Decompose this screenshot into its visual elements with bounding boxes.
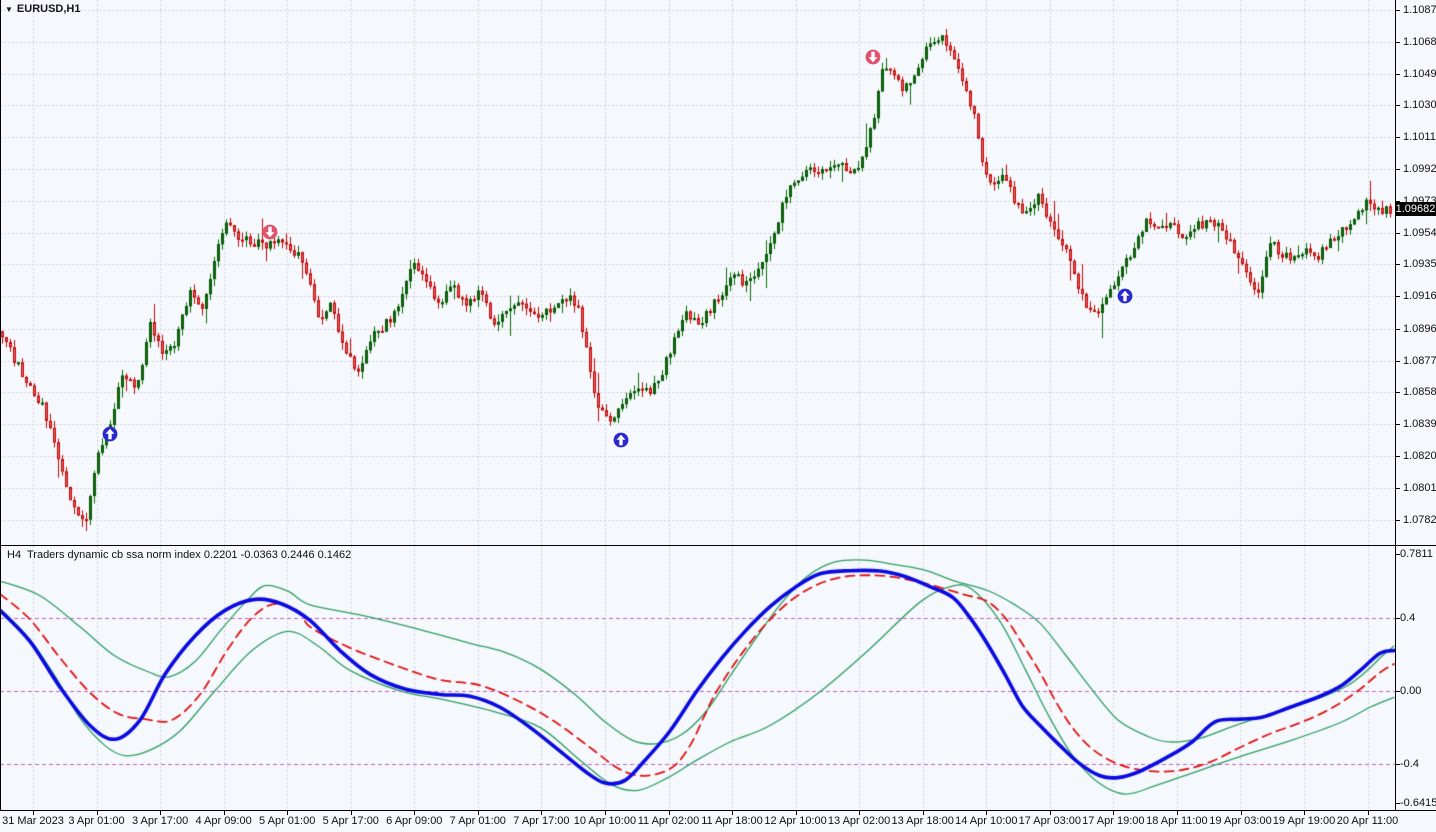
indicator-axis-label: -0.6415	[1400, 797, 1436, 809]
indicator-axis-label: 0.4	[1400, 611, 1416, 624]
price-axis-label: 1.10300	[1403, 99, 1436, 112]
price-axis-tick	[1396, 392, 1400, 394]
sell-signal-icon	[865, 49, 881, 65]
buy-signal-icon	[613, 432, 629, 448]
price-axis-tick	[1396, 424, 1400, 426]
price-axis-label: 1.09160	[1403, 290, 1436, 303]
indicator-label: H4 Traders dynamic cb ssa norm index 0.2…	[7, 549, 352, 561]
time-axis-label: 11 Apr 18:00	[701, 815, 763, 827]
time-axis-label: 3 Apr 17:00	[131, 815, 189, 827]
price-axis-tick	[1396, 169, 1400, 170]
price-axis-label: 1.10680	[1403, 35, 1436, 48]
time-axis-label: 11 Apr 02:00	[637, 815, 700, 827]
symbol-label: ▼ EURUSD,H1	[5, 3, 81, 15]
time-axis-label: 17 Apr 19:00	[1082, 815, 1145, 827]
time-axis-label: 7 Apr 01:00	[449, 815, 506, 827]
price-axis-label: 1.08395	[1403, 418, 1436, 431]
price-axis-tick	[1396, 487, 1400, 489]
price-axis-tick	[1396, 519, 1400, 521]
time-axis-label: 17 Apr 03:00	[1018, 815, 1081, 827]
sell-signal-icon	[262, 224, 278, 240]
time-axis-separator	[0, 810, 1436, 811]
time-axis-label: 13 Apr 02:00	[827, 815, 891, 827]
time-axis-label: 18 Apr 11:00	[1146, 815, 1208, 827]
symbol-dropdown-icon[interactable]: ▼	[5, 5, 13, 14]
chart-left-border	[0, 0, 1, 810]
time-axis-label: 20 Apr 11:00	[1336, 815, 1399, 827]
price-axis-label: 1.08205	[1403, 450, 1436, 462]
panel-divider[interactable]	[0, 545, 1436, 546]
chart-window: ▼ EURUSD,H1 H4 Traders dynamic cb ssa no…	[0, 0, 1436, 832]
time-axis-label: 14 Apr 10:00	[955, 815, 1018, 827]
time-axis-label: 13 Apr 18:00	[891, 815, 954, 827]
price-axis-tick	[1396, 105, 1400, 107]
price-axis-label: 1.10870	[1403, 4, 1436, 16]
symbol-title: EURUSD,H1	[16, 3, 81, 15]
price-axis-label: 1.07825	[1403, 513, 1436, 526]
price-axis-tick	[1396, 10, 1400, 11]
time-axis-label: 5 Apr 01:00	[259, 815, 316, 827]
price-axis-tick	[1396, 41, 1400, 43]
price-axis-label: 1.10110	[1403, 131, 1436, 144]
time-axis-label: 6 Apr 09:00	[386, 815, 443, 827]
buy-signal-icon	[1117, 288, 1133, 304]
price-axis-tick	[1396, 73, 1400, 75]
time-axis-label: 5 Apr 17:00	[322, 815, 379, 827]
indicator-axis-label: 0.7811	[1400, 548, 1433, 560]
current-price-box: 1.09682	[1395, 202, 1436, 216]
time-axis-label: 7 Apr 17:00	[513, 815, 570, 827]
price-axis-tick	[1396, 232, 1400, 234]
time-axis-label: 12 Apr 10:00	[764, 815, 827, 827]
indicator-axis-label: -0.4	[1400, 757, 1419, 770]
time-axis-label: 4 Apr 09:00	[195, 815, 252, 827]
indicator-axis-label: 0.00	[1400, 684, 1422, 697]
time-axis-label: 10 Apr 10:00	[573, 815, 637, 827]
price-axis-separator	[1395, 0, 1396, 810]
price-axis-label: 1.09540	[1403, 226, 1436, 239]
time-axis-label: 3 Apr 01:00	[68, 815, 125, 827]
price-axis-label: 1.08775	[1403, 354, 1436, 367]
price-axis-tick	[1396, 296, 1400, 298]
buy-signal-icon	[102, 426, 118, 442]
price-axis-tick	[1396, 360, 1400, 362]
indicator-chart-canvas[interactable]	[0, 546, 1395, 810]
time-axis-label: 31 Mar 2023	[2, 815, 64, 827]
price-axis-label: 1.09920	[1403, 163, 1436, 175]
main-chart-canvas[interactable]	[0, 0, 1395, 545]
price-axis-label: 1.10490	[1403, 67, 1436, 80]
price-axis-label: 1.08015	[1403, 481, 1436, 494]
price-axis-label: 1.08585	[1403, 386, 1436, 399]
price-axis-tick	[1396, 456, 1400, 457]
price-axis-tick	[1396, 137, 1400, 139]
price-axis-label: 1.09350	[1403, 258, 1436, 271]
price-axis-tick	[1396, 264, 1400, 266]
time-axis-label: 19 Apr 03:00	[1209, 815, 1272, 827]
time-axis-label: 19 Apr 19:00	[1272, 815, 1336, 827]
price-axis-tick	[1396, 328, 1400, 330]
price-axis-label: 1.08965	[1403, 322, 1436, 335]
